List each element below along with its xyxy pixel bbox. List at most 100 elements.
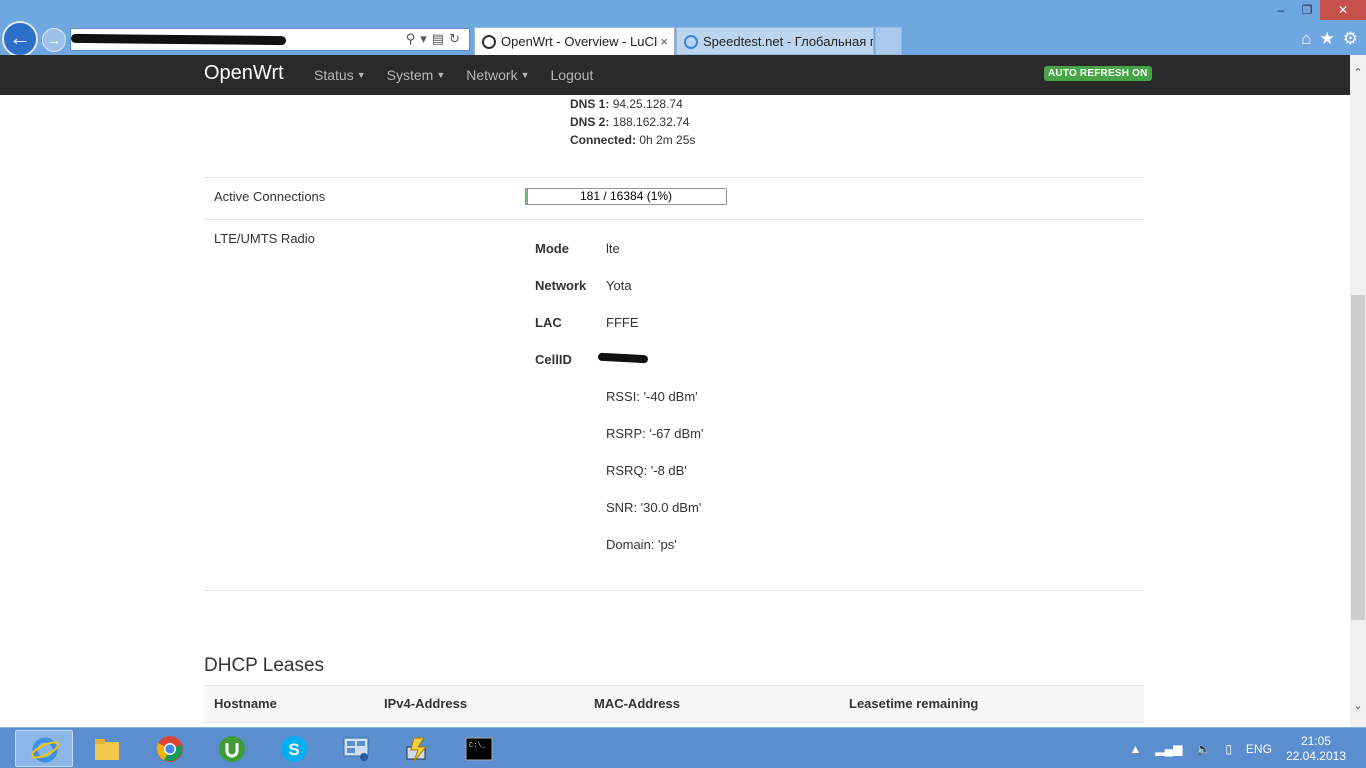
lte-lac-key: LAC <box>535 315 562 330</box>
connected-value: 0h 2m 25s <box>639 133 696 147</box>
taskbar-skype[interactable]: S <box>265 730 323 767</box>
browser-toolbar: – ❐ ✕ ← → ⚲▾▤↻ OpenWrt - Overview - LuCI… <box>0 0 1366 57</box>
signal-icon[interactable]: ▂▄▆ <box>1155 742 1182 756</box>
wan-info: DNS 1: 94.25.128.74 DNS 2: 188.162.32.74… <box>570 95 695 149</box>
window-controls: – ❐ ✕ <box>1268 0 1366 20</box>
dns2-row: DNS 2: 188.162.32.74 <box>570 113 695 131</box>
col-hostname: Hostname <box>214 696 277 711</box>
tab-title: Speedtest.net - Глобальная п... <box>703 34 874 49</box>
show-hidden-icons-icon[interactable]: ▲ <box>1130 742 1142 756</box>
language-indicator[interactable]: ENG <box>1246 742 1272 756</box>
back-button[interactable]: ← <box>2 21 38 57</box>
tab-title: OpenWrt - Overview - LuCI <box>501 34 658 49</box>
lte-radio-label: LTE/UMTS Radio <box>214 231 315 246</box>
lte-snr: SNR: '30.0 dBm' <box>606 500 702 515</box>
forward-button[interactable]: → <box>42 28 66 52</box>
active-connections-value: 181 / 16384 (1%) <box>579 189 673 203</box>
dhcp-leases-title: DHCP Leases <box>204 655 325 676</box>
taskbar: S C:\_ ▲ ▂▄▆ 🔈 ▯ ENG 21:05 22.04.2013 <box>0 727 1366 768</box>
caret-down-icon: ▼ <box>520 70 530 80</box>
menu-system[interactable]: System ▼ <box>387 67 446 83</box>
clock-time: 21:05 <box>1300 733 1331 748</box>
clock[interactable]: 21:05 22.04.2013 <box>1286 734 1346 764</box>
refresh-icon[interactable]: ↻ <box>449 31 465 46</box>
tab-openwrt[interactable]: OpenWrt - Overview - LuCI × <box>474 27 675 55</box>
lte-domain: Domain: 'ps' <box>606 537 677 552</box>
minimize-button[interactable]: – <box>1268 0 1294 20</box>
compat-view-icon[interactable]: ▤ <box>432 31 449 46</box>
browser-right-icons: ⌂ ★ ⚙ <box>1301 29 1358 49</box>
svg-text:S: S <box>288 740 299 759</box>
new-tab-button[interactable] <box>875 27 902 55</box>
taskbar-utorrent[interactable] <box>203 730 261 767</box>
dns2-label: DNS 2: <box>570 115 610 129</box>
lte-rsrq: RSRQ: '-8 dB' <box>606 463 687 478</box>
menu-label: Network <box>466 67 518 83</box>
taskbar-cmd[interactable]: C:\_ <box>450 730 508 767</box>
forward-arrow-icon: → <box>47 32 61 48</box>
ie-icon <box>31 737 59 763</box>
dns1-label: DNS 1: <box>570 97 610 111</box>
redacted-url <box>70 33 287 46</box>
menu-logout[interactable]: Logout <box>551 67 594 83</box>
lte-network-value: Yota <box>606 278 632 293</box>
active-connections-label: Active Connections <box>214 189 326 204</box>
caret-down-icon: ▼ <box>356 70 366 80</box>
battery-icon[interactable]: ▯ <box>1225 742 1232 756</box>
lte-lac-value: FFFE <box>606 315 639 330</box>
gear-icon[interactable]: ⚙ <box>1343 29 1358 49</box>
col-leasetime: Leasetime remaining <box>849 696 979 711</box>
menu-status[interactable]: Status ▼ <box>314 67 366 83</box>
divider <box>204 219 1144 220</box>
redacted-cellid <box>597 352 649 364</box>
chrome-icon <box>156 736 183 762</box>
utorrent-icon <box>219 736 245 762</box>
vertical-scrollbar[interactable]: ⌃ ⌄ <box>1350 55 1366 727</box>
lte-mode-key: Mode <box>535 241 569 256</box>
connected-label: Connected: <box>570 133 636 147</box>
explorer-icon <box>95 739 119 760</box>
scroll-up-icon[interactable]: ⌃ <box>1350 65 1366 82</box>
clock-date: 22.04.2013 <box>1285 748 1346 763</box>
cmd-icon: C:\_ <box>465 737 493 761</box>
star-icon[interactable]: ★ <box>1320 29 1335 49</box>
scroll-down-icon[interactable]: ⌄ <box>1350 698 1366 715</box>
divider <box>204 590 1144 591</box>
back-arrow-icon: ← <box>9 25 31 50</box>
lte-cellid-key: CellID <box>535 352 572 367</box>
address-bar[interactable]: ⚲▾▤↻ <box>70 28 470 51</box>
lte-rsrp: RSRP: '-67 dBm' <box>606 426 704 441</box>
restore-button[interactable]: ❐ <box>1294 0 1320 20</box>
page-content: DNS 1: 94.25.128.74 DNS 2: 188.162.32.74… <box>0 95 1350 727</box>
lte-network-key: Network <box>535 278 587 293</box>
network-manager-icon <box>343 737 369 761</box>
dropdown-icon[interactable]: ▾ <box>420 31 432 46</box>
taskbar-explorer[interactable] <box>78 730 136 767</box>
volume-icon[interactable]: 🔈 <box>1196 742 1211 756</box>
connected-row: Connected: 0h 2m 25s <box>570 131 695 149</box>
openwrt-navbar: OpenWrt Status ▼ System ▼ Network ▼ Logout … <box>0 55 1350 95</box>
tab-close-button[interactable]: × <box>660 28 668 55</box>
active-connections-bar: 181 / 16384 (1%) <box>525 188 727 205</box>
auto-refresh-badge[interactable]: AUTO REFRESH ON <box>1044 66 1152 81</box>
skype-icon: S <box>281 736 307 762</box>
taskbar-ie[interactable] <box>15 730 73 767</box>
close-window-button[interactable]: ✕ <box>1320 0 1366 20</box>
search-icon[interactable]: ⚲ <box>406 31 421 46</box>
dns1-value: 94.25.128.74 <box>612 97 683 111</box>
ie-favicon-icon <box>684 35 698 49</box>
taskbar-chrome[interactable] <box>141 730 199 767</box>
openwrt-favicon-icon <box>482 35 496 49</box>
address-tools: ⚲▾▤↻ <box>406 31 465 47</box>
taskbar-remote-desktop[interactable] <box>389 730 447 767</box>
lte-mode-value: lte <box>606 241 620 256</box>
caret-down-icon: ▼ <box>436 70 446 80</box>
home-icon[interactable]: ⌂ <box>1301 29 1311 49</box>
menu-network[interactable]: Network ▼ <box>466 67 529 83</box>
brand-logo[interactable]: OpenWrt <box>204 62 284 85</box>
col-ipv4: IPv4-Address <box>384 696 468 711</box>
main-menu: Status ▼ System ▼ Network ▼ Logout <box>314 67 593 83</box>
scroll-thumb[interactable] <box>1351 295 1365 620</box>
taskbar-network-manager[interactable] <box>327 730 385 767</box>
tab-speedtest[interactable]: Speedtest.net - Глобальная п... <box>676 27 874 55</box>
